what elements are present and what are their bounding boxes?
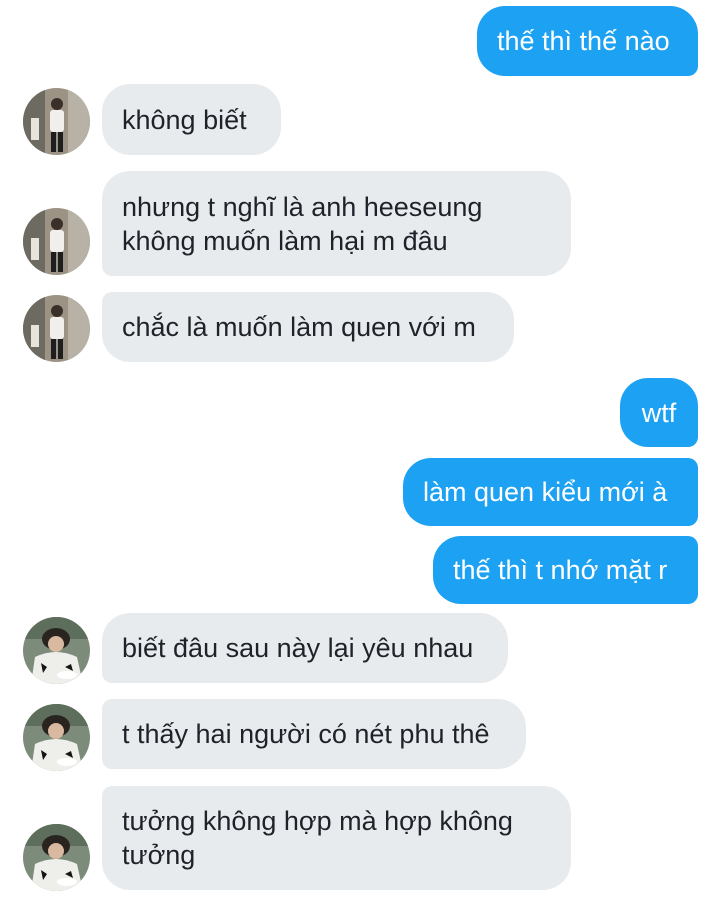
chat-thread[interactable]: thế thì thế nào không biết nhưng t nghĩ … <box>0 0 719 900</box>
friend-b-avatar[interactable] <box>23 617 90 684</box>
friend-b-avatar[interactable] <box>23 824 90 891</box>
message-bubble-incoming[interactable]: không biết <box>102 84 281 155</box>
friend-a-avatar[interactable] <box>23 295 90 362</box>
message-bubble-incoming[interactable]: tưởng không hợp mà hợp không tưởng <box>102 786 571 890</box>
message-bubble-incoming[interactable]: biết đâu sau này lại yêu nhau <box>102 613 508 683</box>
message-bubble-outgoing[interactable]: làm quen kiểu mới à <box>403 458 698 526</box>
message-bubble-outgoing[interactable]: wtf <box>620 378 698 447</box>
message-bubble-incoming[interactable]: t thấy hai người có nét phu thê <box>102 699 526 769</box>
friend-a-avatar[interactable] <box>23 208 90 275</box>
friend-a-avatar[interactable] <box>23 88 90 155</box>
message-bubble-incoming[interactable]: chắc là muốn làm quen với m <box>102 292 514 362</box>
message-bubble-incoming[interactable]: nhưng t nghĩ là anh heeseung không muốn … <box>102 171 571 276</box>
message-bubble-outgoing[interactable]: thế thì thế nào <box>477 6 698 76</box>
message-bubble-outgoing[interactable]: thế thì t nhớ mặt r <box>433 536 698 604</box>
friend-b-avatar[interactable] <box>23 704 90 771</box>
